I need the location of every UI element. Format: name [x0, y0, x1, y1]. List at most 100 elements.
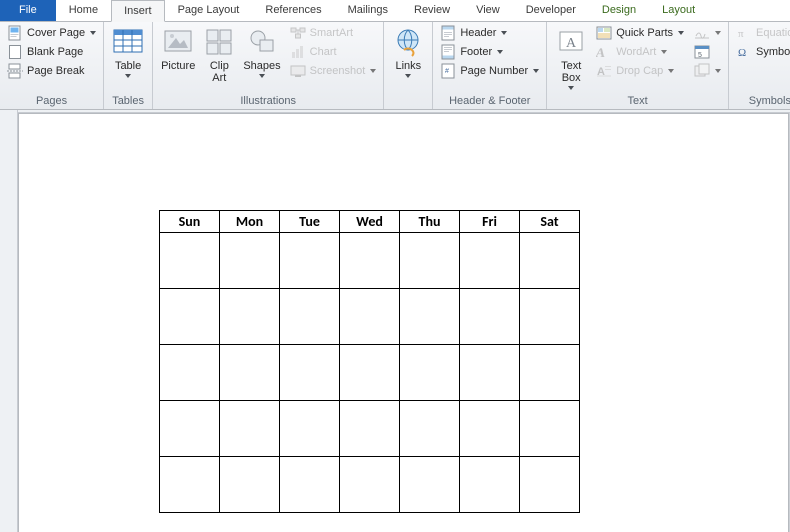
calendar-header-cell[interactable]: Tue	[280, 211, 340, 233]
calendar-header-cell[interactable]: Sat	[520, 211, 580, 233]
tab-home[interactable]: Home	[56, 0, 111, 21]
drop-cap-button[interactable]: A Drop Cap	[593, 62, 687, 80]
quick-parts-label: Quick Parts	[616, 27, 673, 39]
calendar-cell[interactable]	[220, 401, 280, 457]
chevron-down-icon	[405, 74, 411, 78]
symbol-button[interactable]: Ω Symbol	[733, 43, 790, 61]
chevron-down-icon	[678, 31, 684, 35]
wordart-icon: A	[596, 44, 612, 60]
calendar-cell[interactable]	[340, 345, 400, 401]
tab-view[interactable]: View	[463, 0, 513, 21]
calendar-cell[interactable]	[160, 289, 220, 345]
calendar-cell[interactable]	[280, 345, 340, 401]
calendar-cell[interactable]	[340, 457, 400, 513]
tab-review[interactable]: Review	[401, 0, 463, 21]
calendar-cell[interactable]	[400, 401, 460, 457]
calendar-cell[interactable]	[460, 401, 520, 457]
screenshot-button[interactable]: Screenshot	[287, 62, 380, 80]
tab-page-layout[interactable]: Page Layout	[165, 0, 253, 21]
tab-insert[interactable]: Insert	[111, 0, 165, 22]
tab-references[interactable]: References	[252, 0, 334, 21]
object-button[interactable]	[691, 62, 724, 80]
shapes-button[interactable]: Shapes	[239, 24, 284, 80]
calendar-table[interactable]: SunMonTueWedThuFriSat	[159, 210, 580, 513]
calendar-row	[160, 289, 580, 345]
links-button[interactable]: Links	[388, 24, 428, 80]
calendar-cell[interactable]	[280, 401, 340, 457]
text-box-button[interactable]: A Text Box	[551, 24, 591, 92]
calendar-cell[interactable]	[280, 233, 340, 289]
calendar-cell[interactable]	[160, 345, 220, 401]
page-number-button[interactable]: # Page Number	[437, 62, 542, 80]
calendar-cell[interactable]	[220, 457, 280, 513]
links-icon	[392, 26, 424, 58]
calendar-cell[interactable]	[460, 457, 520, 513]
document-scroll-area[interactable]: SunMonTueWedThuFriSat	[18, 110, 790, 532]
calendar-cell[interactable]	[520, 233, 580, 289]
calendar-header-cell[interactable]: Wed	[340, 211, 400, 233]
calendar-cell[interactable]	[280, 457, 340, 513]
calendar-header-cell[interactable]: Fri	[460, 211, 520, 233]
calendar-cell[interactable]	[460, 289, 520, 345]
calendar-cell[interactable]	[460, 233, 520, 289]
cover-page-button[interactable]: Cover Page	[4, 24, 99, 42]
wordart-button[interactable]: A WordArt	[593, 43, 687, 61]
blank-page-icon	[7, 44, 23, 60]
wordart-label: WordArt	[616, 46, 656, 58]
calendar-cell[interactable]	[160, 233, 220, 289]
group-symbols: π Equation Ω Symbol Symbols	[729, 22, 790, 109]
quick-parts-button[interactable]: Quick Parts	[593, 24, 687, 42]
header-button[interactable]: Header	[437, 24, 542, 42]
calendar-cell[interactable]	[340, 401, 400, 457]
chevron-down-icon	[568, 86, 574, 90]
calendar-header-cell[interactable]: Thu	[400, 211, 460, 233]
calendar-cell[interactable]	[160, 401, 220, 457]
footer-button[interactable]: Footer	[437, 43, 542, 61]
calendar-cell[interactable]	[520, 289, 580, 345]
clip-art-label: Clip Art	[210, 60, 229, 84]
tab-design[interactable]: Design	[589, 0, 649, 21]
horizontal-ruler[interactable]	[18, 110, 790, 113]
tab-layout[interactable]: Layout	[649, 0, 708, 21]
smartart-button[interactable]: SmartArt	[287, 24, 380, 42]
tab-mailings[interactable]: Mailings	[335, 0, 401, 21]
picture-button[interactable]: Picture	[157, 24, 199, 74]
signature-line-button[interactable]	[691, 24, 724, 42]
calendar-cell[interactable]	[400, 289, 460, 345]
calendar-header-cell[interactable]: Sun	[160, 211, 220, 233]
calendar-cell[interactable]	[400, 457, 460, 513]
calendar-cell[interactable]	[220, 233, 280, 289]
tab-file[interactable]: File	[0, 0, 56, 21]
calendar-cell[interactable]	[520, 401, 580, 457]
calendar-cell[interactable]	[520, 457, 580, 513]
calendar-cell[interactable]	[280, 289, 340, 345]
group-pages: Cover Page Blank Page Page Break Pages	[0, 22, 104, 109]
calendar-cell[interactable]	[400, 345, 460, 401]
calendar-cell[interactable]	[160, 457, 220, 513]
blank-page-button[interactable]: Blank Page	[4, 43, 99, 61]
table-button[interactable]: Table	[108, 24, 148, 80]
calendar-cell[interactable]	[340, 289, 400, 345]
calendar-cell[interactable]	[400, 233, 460, 289]
calendar-row	[160, 401, 580, 457]
date-time-button[interactable]: 5	[691, 43, 724, 61]
calendar-cell[interactable]	[460, 345, 520, 401]
tab-developer[interactable]: Developer	[513, 0, 589, 21]
equation-button[interactable]: π Equation	[733, 24, 790, 42]
calendar-cell[interactable]	[220, 345, 280, 401]
signature-icon	[694, 25, 710, 41]
calendar-cell[interactable]	[220, 289, 280, 345]
chart-button[interactable]: Chart	[287, 43, 380, 61]
equation-label: Equation	[756, 27, 790, 39]
chevron-down-icon	[497, 50, 503, 54]
date-time-icon: 5	[694, 44, 710, 60]
clip-art-button[interactable]: Clip Art	[199, 24, 239, 86]
page-break-button[interactable]: Page Break	[4, 62, 99, 80]
calendar-cell[interactable]	[520, 345, 580, 401]
document-page[interactable]: SunMonTueWedThuFriSat	[19, 114, 788, 532]
calendar-cell[interactable]	[340, 233, 400, 289]
calendar-header-cell[interactable]: Mon	[220, 211, 280, 233]
smartart-label: SmartArt	[310, 27, 353, 39]
vertical-ruler[interactable]	[0, 110, 18, 532]
text-box-label: Text Box	[561, 60, 581, 84]
